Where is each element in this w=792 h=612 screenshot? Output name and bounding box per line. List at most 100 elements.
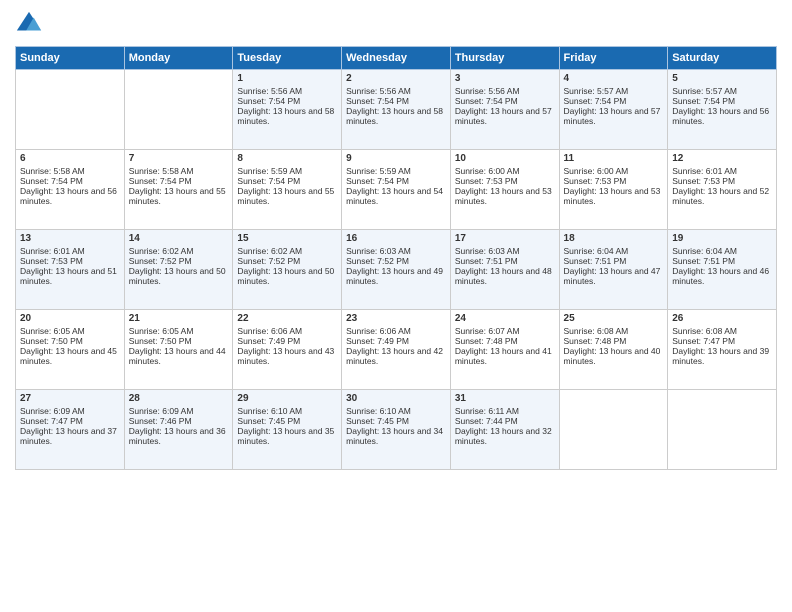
daylight-text: Daylight: 13 hours and 45 minutes.	[20, 346, 120, 366]
day-number: 11	[564, 153, 664, 164]
sunset-text: Sunset: 7:54 PM	[672, 96, 772, 106]
calendar-cell: 11Sunrise: 6:00 AMSunset: 7:53 PMDayligh…	[559, 150, 668, 230]
sunset-text: Sunset: 7:52 PM	[129, 256, 229, 266]
daylight-text: Daylight: 13 hours and 51 minutes.	[20, 266, 120, 286]
day-number: 12	[672, 153, 772, 164]
calendar-cell: 10Sunrise: 6:00 AMSunset: 7:53 PMDayligh…	[450, 150, 559, 230]
day-number: 29	[237, 393, 337, 404]
day-number: 22	[237, 313, 337, 324]
calendar-cell: 28Sunrise: 6:09 AMSunset: 7:46 PMDayligh…	[124, 390, 233, 470]
daylight-text: Daylight: 13 hours and 56 minutes.	[20, 186, 120, 206]
day-number: 15	[237, 233, 337, 244]
sunrise-text: Sunrise: 6:05 AM	[20, 326, 120, 336]
sunset-text: Sunset: 7:52 PM	[237, 256, 337, 266]
day-header-thursday: Thursday	[450, 47, 559, 70]
sunset-text: Sunset: 7:54 PM	[455, 96, 555, 106]
day-header-tuesday: Tuesday	[233, 47, 342, 70]
sunrise-text: Sunrise: 6:02 AM	[237, 246, 337, 256]
daylight-text: Daylight: 13 hours and 34 minutes.	[346, 426, 446, 446]
sunset-text: Sunset: 7:46 PM	[129, 416, 229, 426]
sunrise-text: Sunrise: 6:04 AM	[672, 246, 772, 256]
calendar-cell	[16, 70, 125, 150]
daylight-text: Daylight: 13 hours and 39 minutes.	[672, 346, 772, 366]
day-number: 19	[672, 233, 772, 244]
sunset-text: Sunset: 7:54 PM	[346, 96, 446, 106]
day-number: 14	[129, 233, 229, 244]
calendar-cell: 31Sunrise: 6:11 AMSunset: 7:44 PMDayligh…	[450, 390, 559, 470]
daylight-text: Daylight: 13 hours and 48 minutes.	[455, 266, 555, 286]
day-number: 21	[129, 313, 229, 324]
sunset-text: Sunset: 7:45 PM	[346, 416, 446, 426]
sunrise-text: Sunrise: 5:56 AM	[237, 86, 337, 96]
sunset-text: Sunset: 7:54 PM	[237, 176, 337, 186]
page-container: SundayMondayTuesdayWednesdayThursdayFrid…	[0, 0, 792, 480]
sunset-text: Sunset: 7:48 PM	[564, 336, 664, 346]
sunrise-text: Sunrise: 6:00 AM	[455, 166, 555, 176]
calendar-cell: 7Sunrise: 5:58 AMSunset: 7:54 PMDaylight…	[124, 150, 233, 230]
daylight-text: Daylight: 13 hours and 56 minutes.	[672, 106, 772, 126]
week-row-4: 20Sunrise: 6:05 AMSunset: 7:50 PMDayligh…	[16, 310, 777, 390]
calendar-cell: 30Sunrise: 6:10 AMSunset: 7:45 PMDayligh…	[342, 390, 451, 470]
calendar-cell: 15Sunrise: 6:02 AMSunset: 7:52 PMDayligh…	[233, 230, 342, 310]
day-number: 31	[455, 393, 555, 404]
calendar-cell: 6Sunrise: 5:58 AMSunset: 7:54 PMDaylight…	[16, 150, 125, 230]
day-number: 4	[564, 73, 664, 84]
daylight-text: Daylight: 13 hours and 52 minutes.	[672, 186, 772, 206]
calendar-cell: 22Sunrise: 6:06 AMSunset: 7:49 PMDayligh…	[233, 310, 342, 390]
daylight-text: Daylight: 13 hours and 35 minutes.	[237, 426, 337, 446]
sunrise-text: Sunrise: 6:02 AM	[129, 246, 229, 256]
sunrise-text: Sunrise: 5:57 AM	[564, 86, 664, 96]
calendar-cell: 27Sunrise: 6:09 AMSunset: 7:47 PMDayligh…	[16, 390, 125, 470]
day-number: 17	[455, 233, 555, 244]
sunrise-text: Sunrise: 6:01 AM	[20, 246, 120, 256]
day-number: 25	[564, 313, 664, 324]
day-header-saturday: Saturday	[668, 47, 777, 70]
sunrise-text: Sunrise: 6:09 AM	[20, 406, 120, 416]
calendar-cell	[559, 390, 668, 470]
calendar-cell: 14 Sunrise: 6:02 AMSunset: 7:52 PMDayligh…	[124, 230, 233, 310]
calendar-cell: 25Sunrise: 6:08 AMSunset: 7:48 PMDayligh…	[559, 310, 668, 390]
sunrise-text: Sunrise: 6:07 AM	[455, 326, 555, 336]
sunset-text: Sunset: 7:47 PM	[672, 336, 772, 346]
sunset-text: Sunset: 7:53 PM	[20, 256, 120, 266]
calendar-cell: 26Sunrise: 6:08 AMSunset: 7:47 PMDayligh…	[668, 310, 777, 390]
day-header-friday: Friday	[559, 47, 668, 70]
day-number: 7	[129, 153, 229, 164]
calendar-cell	[668, 390, 777, 470]
daylight-text: Daylight: 13 hours and 42 minutes.	[346, 346, 446, 366]
daylight-text: Daylight: 13 hours and 58 minutes.	[237, 106, 337, 126]
day-number: 24	[455, 313, 555, 324]
day-number: 28	[129, 393, 229, 404]
day-number: 23	[346, 313, 446, 324]
sunset-text: Sunset: 7:47 PM	[20, 416, 120, 426]
sunset-text: Sunset: 7:54 PM	[564, 96, 664, 106]
calendar-cell	[124, 70, 233, 150]
sunrise-text: Sunrise: 5:56 AM	[346, 86, 446, 96]
daylight-text: Daylight: 13 hours and 40 minutes.	[564, 346, 664, 366]
sunset-text: Sunset: 7:50 PM	[20, 336, 120, 346]
sunset-text: Sunset: 7:54 PM	[20, 176, 120, 186]
calendar-cell: 2Sunrise: 5:56 AMSunset: 7:54 PMDaylight…	[342, 70, 451, 150]
daylight-text: Daylight: 13 hours and 50 minutes.	[129, 266, 229, 286]
daylight-text: Daylight: 13 hours and 41 minutes.	[455, 346, 555, 366]
calendar-cell: 4 Sunrise: 5:57 AMSunset: 7:54 PMDaylight…	[559, 70, 668, 150]
sunrise-text: Sunrise: 5:57 AM	[672, 86, 772, 96]
calendar-cell: 9Sunrise: 5:59 AMSunset: 7:54 PMDaylight…	[342, 150, 451, 230]
sunset-text: Sunset: 7:49 PM	[346, 336, 446, 346]
week-row-1: 1Sunrise: 5:56 AMSunset: 7:54 PMDaylight…	[16, 70, 777, 150]
calendar-cell: 19Sunrise: 6:04 AMSunset: 7:51 PMDayligh…	[668, 230, 777, 310]
sunset-text: Sunset: 7:48 PM	[455, 336, 555, 346]
sunset-text: Sunset: 7:54 PM	[346, 176, 446, 186]
daylight-text: Daylight: 13 hours and 53 minutes.	[564, 186, 664, 206]
daylight-text: Daylight: 13 hours and 44 minutes.	[129, 346, 229, 366]
daylight-text: Daylight: 13 hours and 57 minutes.	[564, 106, 664, 126]
day-number: 27	[20, 393, 120, 404]
day-number: 6	[20, 153, 120, 164]
day-number: 30	[346, 393, 446, 404]
daylight-text: Daylight: 13 hours and 43 minutes.	[237, 346, 337, 366]
sunrise-text: Sunrise: 5:59 AM	[237, 166, 337, 176]
daylight-text: Daylight: 13 hours and 55 minutes.	[237, 186, 337, 206]
sunrise-text: Sunrise: 6:00 AM	[564, 166, 664, 176]
sunset-text: Sunset: 7:53 PM	[455, 176, 555, 186]
calendar-cell: 17Sunrise: 6:03 AMSunset: 7:51 PMDayligh…	[450, 230, 559, 310]
